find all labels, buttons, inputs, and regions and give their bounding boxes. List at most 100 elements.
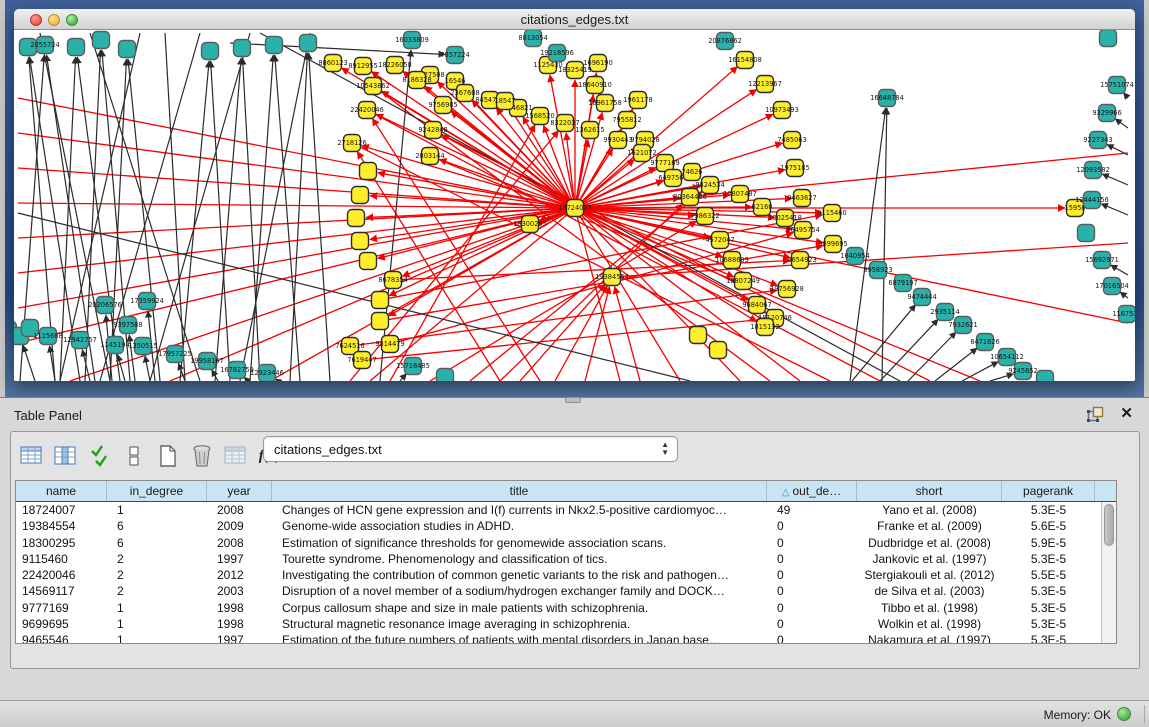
graph-edge[interactable] (400, 374, 406, 381)
table-row[interactable]: 1830029562008Estimation of significance … (16, 535, 1116, 551)
cell-name[interactable]: 14569117 (16, 583, 107, 599)
vertical-scrollbar[interactable] (1101, 502, 1116, 643)
table-row[interactable]: 977716911998Corpus callosum shape and si… (16, 600, 1116, 616)
graph-edge[interactable] (367, 110, 880, 381)
column-header-out_de[interactable]: △out_de… (767, 481, 857, 501)
cell-title[interactable]: Estimation of the future numbers of pati… (272, 632, 767, 644)
graph-node[interactable] (372, 292, 389, 309)
graph-edge[interactable] (18, 203, 575, 208)
column-header-in_degree[interactable]: in_degree (107, 481, 207, 501)
graph-node[interactable] (360, 253, 377, 270)
cell-short[interactable]: Tibbo et al. (1998) (857, 600, 1002, 616)
new-table-button[interactable] (153, 441, 183, 471)
graph-edge[interactable] (18, 98, 575, 208)
graph-edge[interactable] (389, 208, 575, 296)
cell-title[interactable]: Estimation of significance thresholds fo… (272, 535, 767, 551)
graph-node[interactable] (119, 41, 136, 58)
graph-node[interactable] (266, 37, 283, 54)
graph-edge[interactable] (362, 146, 575, 208)
cell-in_degree[interactable]: 1 (107, 600, 207, 616)
cell-name[interactable]: 9115460 (16, 551, 107, 567)
cell-short[interactable]: Stergiakouli et al. (2012) (857, 567, 1002, 583)
cell-name[interactable]: 22420046 (16, 567, 107, 583)
cell-year[interactable]: 1998 (207, 616, 272, 632)
graph-node[interactable] (348, 210, 365, 227)
panel-divider-handle[interactable] (565, 397, 581, 403)
cell-pagerank[interactable]: 5.3E-5 (1002, 616, 1095, 632)
column-header-short[interactable]: short (857, 481, 1002, 501)
cell-pagerank[interactable]: 5.3E-5 (1002, 583, 1095, 599)
memory-status-icon[interactable] (1117, 707, 1131, 721)
graph-node[interactable] (710, 342, 727, 359)
table-row[interactable]: 946554611997Estimation of the future num… (16, 632, 1116, 644)
citation-network-graph[interactable]: 1872400718300295886012389129551822605898… (14, 30, 1135, 381)
table-row[interactable]: 911546021997Tourette syndrome. Phenomeno… (16, 551, 1116, 567)
delete-table-button[interactable] (187, 441, 217, 471)
select-columns-button[interactable] (85, 441, 115, 471)
cell-year[interactable]: 1998 (207, 600, 272, 616)
graph-node[interactable] (93, 32, 110, 49)
cell-short[interactable]: Dudbridge et al. (2008) (857, 535, 1002, 551)
table-selector-combo[interactable]: citations_edges.txt ▲▼ (263, 436, 678, 462)
graph-edge[interactable] (23, 345, 35, 381)
graph-edge[interactable] (215, 58, 241, 381)
graph-node[interactable] (690, 327, 707, 344)
cell-in_degree[interactable]: 2 (107, 551, 207, 567)
cell-name[interactable]: 9465546 (16, 632, 107, 644)
cell-in_degree[interactable]: 1 (107, 616, 207, 632)
table-row[interactable]: 969969511998Structural magnetic resonanc… (16, 616, 1116, 632)
graph-node[interactable] (300, 35, 317, 52)
graph-edge[interactable] (1102, 174, 1128, 185)
cell-name[interactable]: 9777169 (16, 600, 107, 616)
graph-edge[interactable] (1120, 292, 1128, 298)
graph-node[interactable] (68, 39, 85, 56)
window-titlebar[interactable]: citations_edges.txt (14, 9, 1135, 30)
cell-title[interactable]: Tourette syndrome. Phenomenology and cla… (272, 551, 767, 567)
cell-pagerank[interactable]: 5.3E-5 (1002, 632, 1095, 644)
cell-in_degree[interactable]: 2 (107, 583, 207, 599)
cell-short[interactable]: Franke et al. (2009) (857, 518, 1002, 534)
graph-edge[interactable] (90, 33, 200, 381)
resize-grip[interactable] (1144, 705, 1147, 723)
column-chooser-button[interactable] (51, 441, 81, 471)
graph-edge[interactable] (430, 221, 696, 381)
cell-out_de[interactable]: 0 (767, 583, 857, 599)
graph-node[interactable] (1100, 30, 1117, 47)
cell-year[interactable]: 2003 (207, 583, 272, 599)
cell-pagerank[interactable]: 5.3E-5 (1002, 551, 1095, 567)
cell-out_de[interactable]: 0 (767, 632, 857, 644)
cell-in_degree[interactable]: 6 (107, 518, 207, 534)
cell-out_de[interactable]: 49 (767, 502, 857, 518)
cell-pagerank[interactable]: 5.5E-5 (1002, 567, 1095, 583)
cell-in_degree[interactable]: 1 (107, 502, 207, 518)
column-header-name[interactable]: name (16, 481, 107, 501)
cell-pagerank[interactable]: 5.9E-5 (1002, 535, 1095, 551)
cell-year[interactable]: 1997 (207, 632, 272, 644)
graph-edge[interactable] (575, 208, 680, 381)
graph-node[interactable] (234, 40, 251, 57)
cell-out_de[interactable]: 0 (767, 535, 857, 551)
graph-edge[interactable] (211, 61, 230, 381)
cell-short[interactable]: Jankovic et al. (1997) (857, 551, 1002, 567)
cell-short[interactable]: Wolkin et al. (1998) (857, 616, 1002, 632)
graph-node[interactable] (202, 43, 219, 60)
table-settings-button[interactable] (17, 441, 47, 471)
cell-out_de[interactable]: 0 (767, 600, 857, 616)
graph-edge[interactable] (1101, 204, 1128, 215)
cell-out_de[interactable]: 0 (767, 551, 857, 567)
cell-name[interactable]: 19384554 (16, 518, 107, 534)
graph-node[interactable] (1078, 225, 1095, 242)
cell-name[interactable]: 18300295 (16, 535, 107, 551)
cell-title[interactable]: Genome-wide association studies in ADHD. (272, 518, 767, 534)
graph-edge[interactable] (150, 33, 250, 381)
cell-title[interactable]: Structural magnetic resonance image aver… (272, 616, 767, 632)
cell-title[interactable]: Investigating the contribution of common… (272, 567, 767, 583)
graph-edge[interactable] (1115, 119, 1128, 128)
graph-node[interactable] (1037, 371, 1054, 382)
column-header-pagerank[interactable]: pagerank (1002, 481, 1095, 501)
graph-edge[interactable] (18, 133, 575, 208)
table-row[interactable]: 2242004622012Investigating the contribut… (16, 567, 1116, 583)
cell-pagerank[interactable]: 5.3E-5 (1002, 502, 1095, 518)
column-header-year[interactable]: year (207, 481, 272, 501)
graph-edge[interactable] (243, 58, 260, 381)
